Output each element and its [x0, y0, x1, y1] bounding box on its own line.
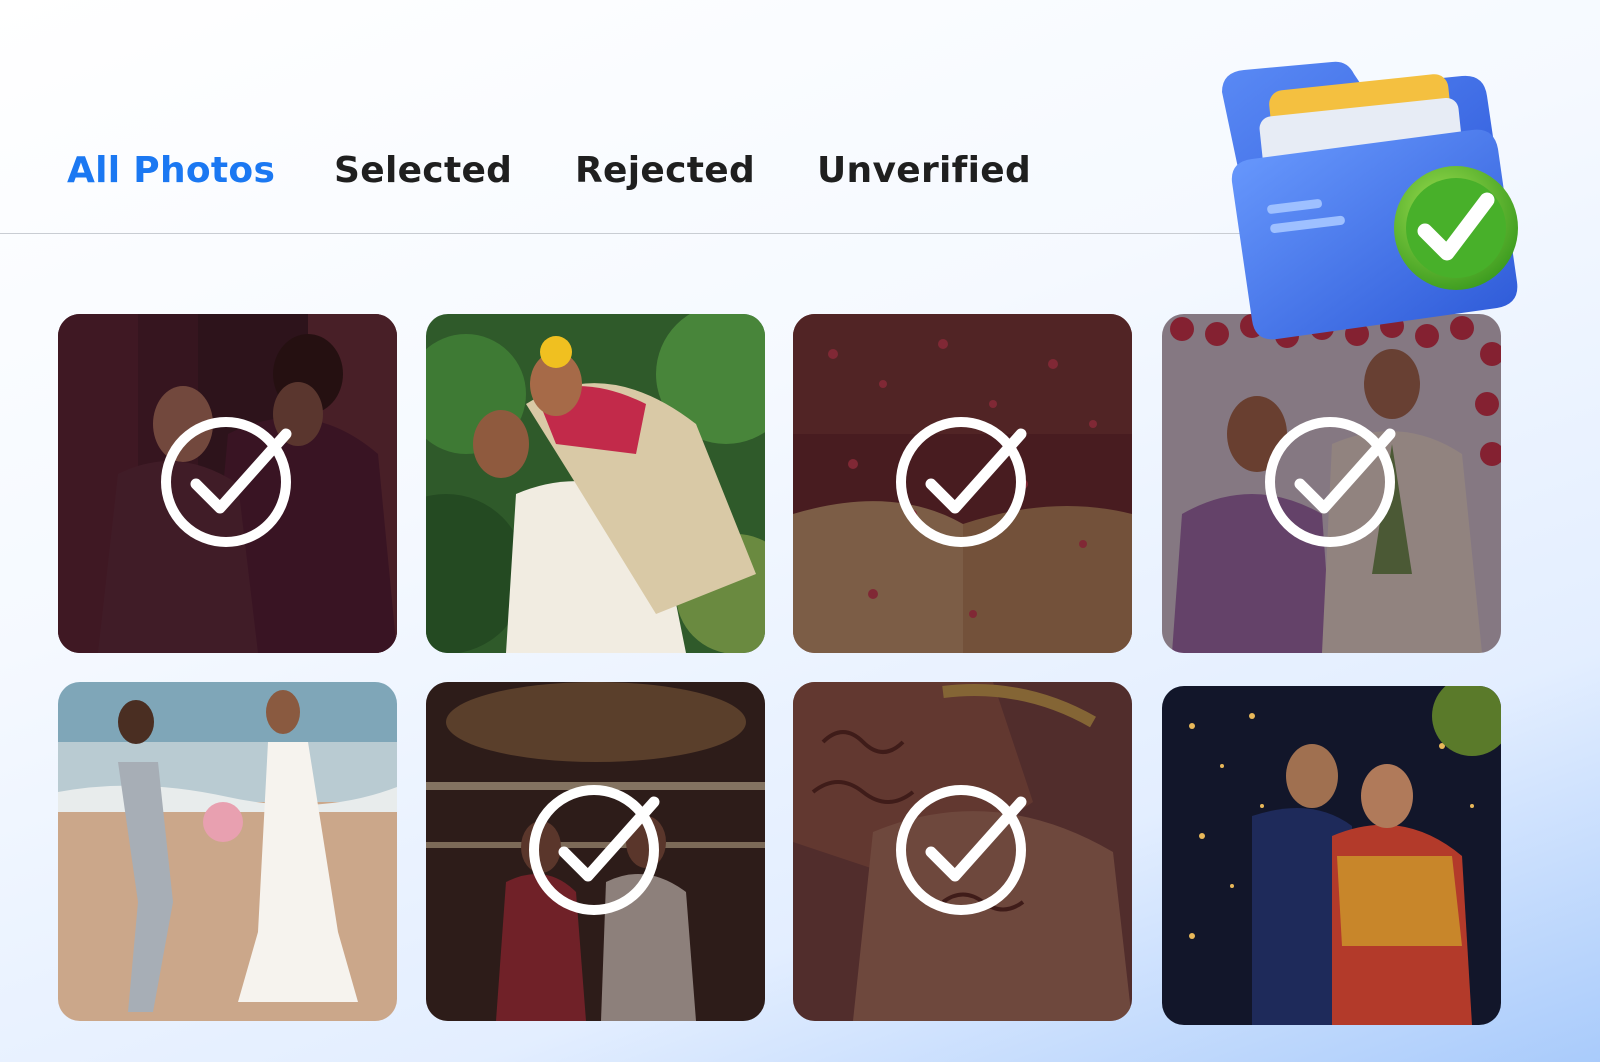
- photo-card-7[interactable]: [793, 682, 1132, 1021]
- photo-groom-piggyback-bride-garden: [426, 314, 765, 653]
- photo-beach-wedding-couple: [58, 682, 397, 1021]
- circle-check-icon: [528, 784, 659, 915]
- circle-check-icon: [1264, 416, 1395, 547]
- photo-card-8[interactable]: [1162, 686, 1501, 1025]
- circle-check-icon: [895, 416, 1026, 547]
- photo-couple-night-lights: [1162, 686, 1501, 1025]
- photo-card-5[interactable]: [58, 682, 397, 1021]
- photo-card-1[interactable]: [58, 314, 397, 653]
- circle-check-icon: [895, 784, 1026, 915]
- folder-check-icon: [1222, 61, 1518, 340]
- photo-card-4[interactable]: [1162, 314, 1501, 653]
- circle-check-icon: [160, 416, 291, 547]
- photo-card-6[interactable]: [426, 682, 765, 1021]
- photo-card-2[interactable]: [426, 314, 765, 653]
- photo-card-3[interactable]: [793, 314, 1132, 653]
